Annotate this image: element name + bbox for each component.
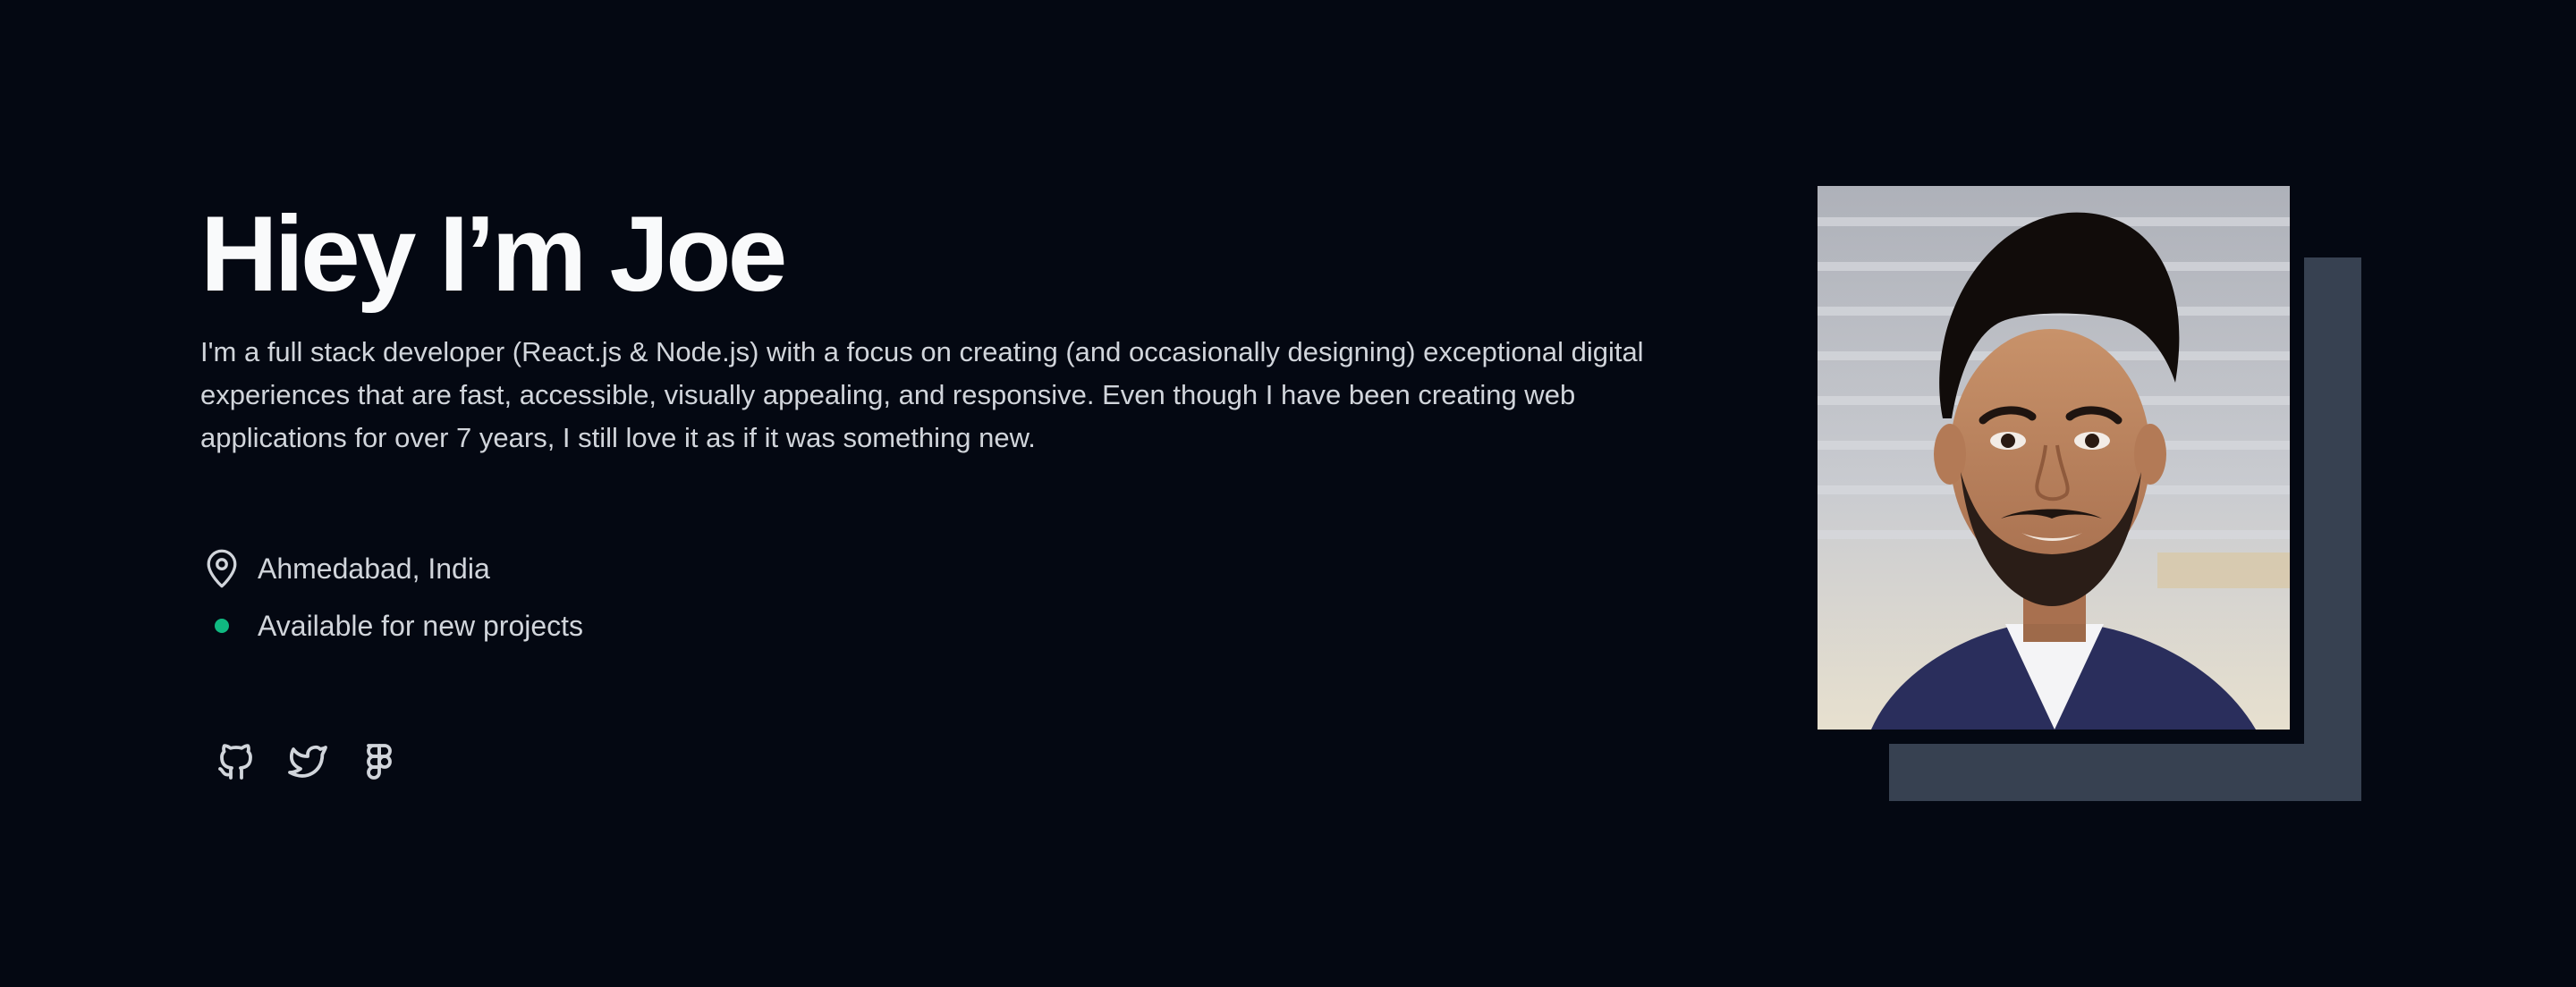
map-pin-icon [200,547,243,590]
page-title: Hiey I’m Joe [200,194,787,314]
availability-dot [215,619,229,633]
availability-row: Available for new projects [200,604,1649,647]
github-icon [215,740,258,788]
availability-text: Available for new projects [258,609,584,642]
hero-section: Hiey I’m Joe I'm a full stack developer … [0,0,2576,987]
meta-info: Ahmedabad, India Available for new proje… [200,547,1649,647]
photo-frame [1818,186,2304,744]
twitter-link[interactable] [279,735,336,792]
profile-photo-block [1818,186,2361,801]
social-links [208,735,1649,792]
status-dot-icon [200,604,243,647]
figma-icon [358,740,401,788]
location-text: Ahmedabad, India [258,552,490,585]
figma-link[interactable] [351,735,408,792]
profile-photo [1818,186,2290,730]
twitter-icon [286,740,329,788]
github-link[interactable] [208,735,265,792]
bio-paragraph: I'm a full stack developer (React.js & N… [200,336,1644,453]
hero-intro: Hiey I’m Joe I'm a full stack developer … [200,191,1649,792]
location-row: Ahmedabad, India [200,547,1649,590]
